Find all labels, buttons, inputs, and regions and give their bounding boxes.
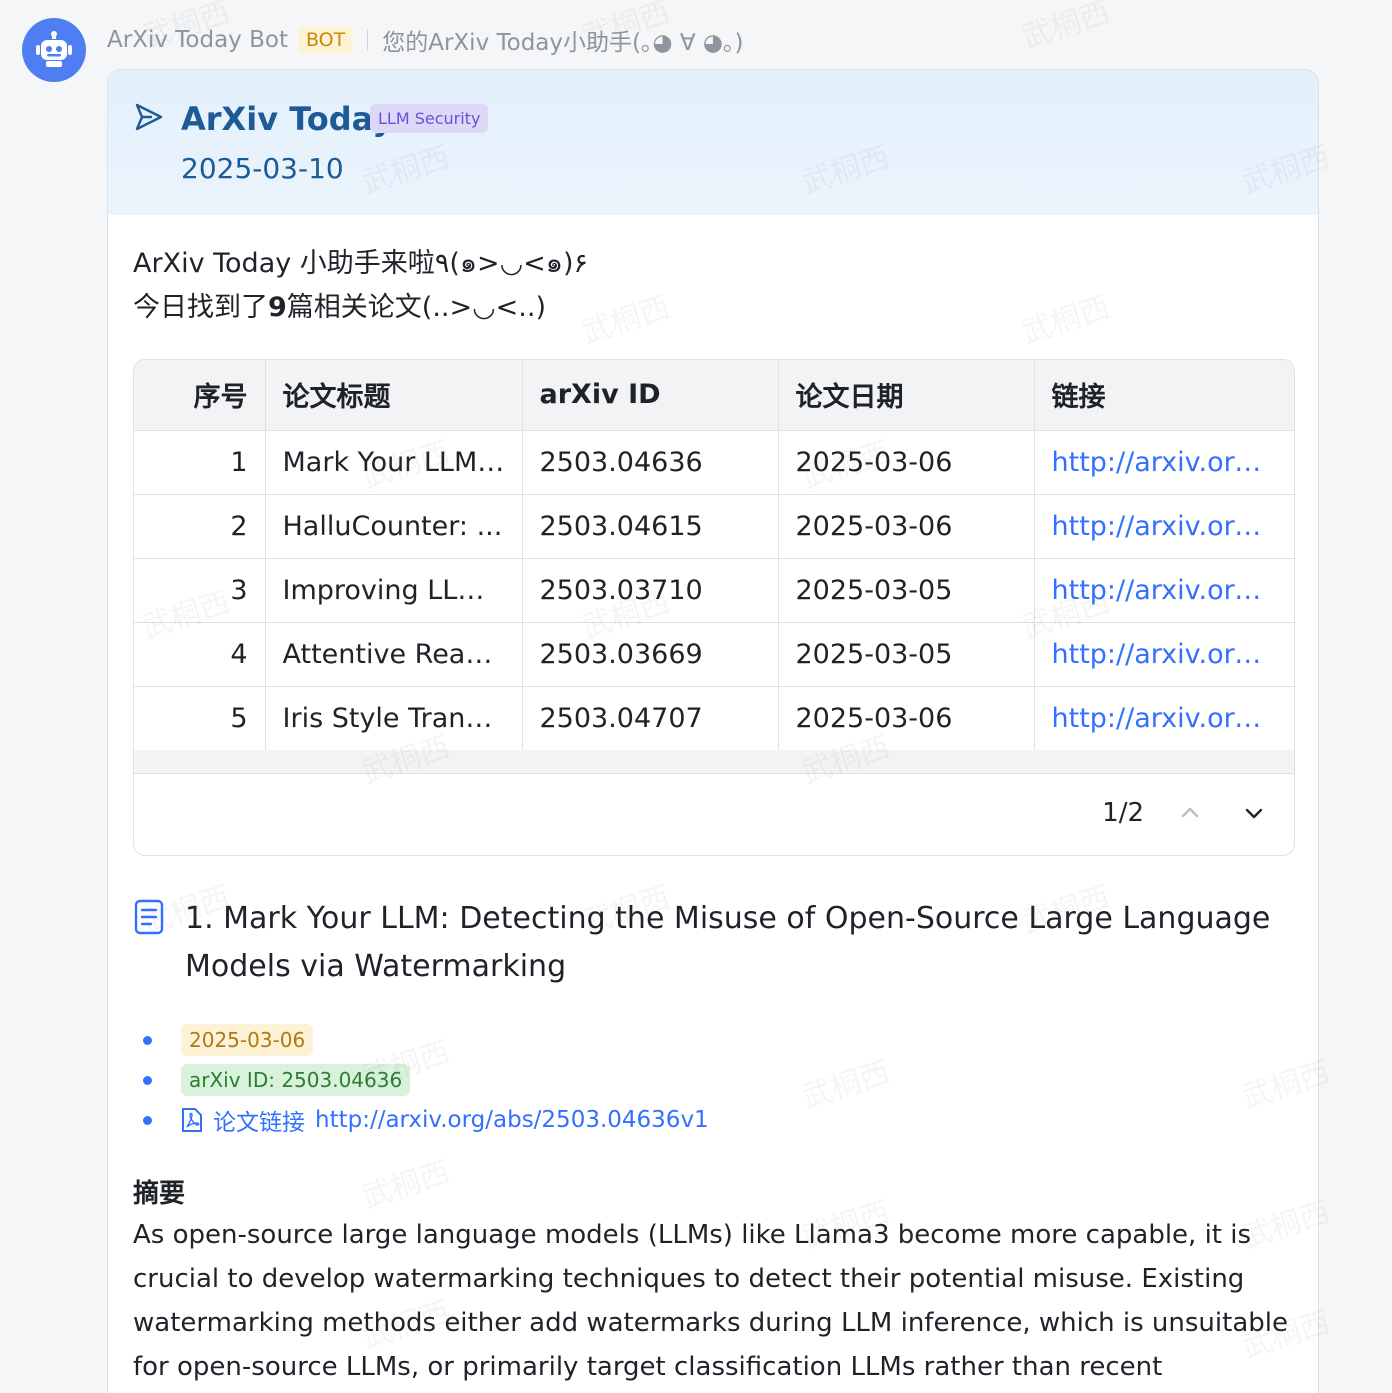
table-row: 3 Improving LLM ... 2503.03710 2025-03-0… (134, 558, 1294, 623)
separator (367, 29, 369, 51)
arxiv-id-cell: 2503.04636 (522, 430, 779, 495)
intro-text: ArXiv Today 小助手来啦٩(๑>◡<๑)۶ 今日找到了9篇相关论文(.… (133, 242, 588, 330)
paper-link[interactable]: http://arxiv.org/... (1034, 558, 1294, 623)
column-header: 论文日期 (778, 360, 1035, 431)
document-icon (134, 899, 164, 935)
paper-date-cell: 2025-03-05 (778, 622, 1035, 687)
chevron-up-icon (1181, 807, 1199, 818)
card-title: ArXiv Today (181, 100, 394, 138)
sender-description: 您的ArXiv Today小助手(｡◕ ∀ ◕｡) (382, 30, 744, 56)
column-header: 论文标题 (265, 360, 523, 431)
paper-pdf-link[interactable]: 论文链接 http://arxiv.org/abs/2503.04636v1 (181, 1103, 709, 1137)
paper-title-cell: Iris Style Transf... (265, 686, 523, 751)
card-date: 2025-03-10 (181, 152, 344, 185)
date-tag: 2025-03-06 (181, 1024, 314, 1056)
card-header: ArXiv Today LLM Security 2025-03-10 (108, 70, 1318, 215)
table-row: 2 HalluCounter: ... 2503.04615 2025-03-0… (134, 494, 1294, 559)
column-header: 序号 (134, 360, 266, 431)
paper-title-cell: Improving LLM ... (265, 558, 523, 623)
paper-count: 9 (268, 292, 287, 323)
row-index: 5 (134, 686, 266, 751)
send-icon (135, 103, 163, 131)
intro-line-2: 今日找到了9篇相关论文(..>◡<..) (133, 286, 588, 330)
bot-avatar[interactable] (22, 18, 86, 82)
arxiv-id-cell: 2503.03710 (522, 558, 779, 623)
intro-line-1: ArXiv Today 小助手来啦٩(๑>◡<๑)۶ (133, 248, 588, 279)
table-header-row: 序号 论文标题 arXiv ID 论文日期 链接 (134, 360, 1294, 431)
chevron-down-icon (1245, 808, 1263, 819)
arxiv-id-cell: 2503.04615 (522, 494, 779, 559)
table-row: 1 Mark Your LLM:... 2503.04636 2025-03-0… (134, 430, 1294, 495)
sender-name[interactable]: ArXiv Today Bot (107, 27, 288, 53)
link-label: 论文链接 (213, 1110, 305, 1136)
column-header: 链接 (1034, 360, 1294, 431)
row-index: 1 (134, 430, 266, 495)
topic-tag: LLM Security (370, 104, 489, 133)
paper-title: 1. Mark Your LLM: Detecting the Misuse o… (185, 901, 1271, 984)
paper-date-cell: 2025-03-06 (778, 430, 1035, 495)
list-item: 论文链接 http://arxiv.org/abs/2503.04636v1 (143, 1100, 709, 1140)
paper-link[interactable]: http://arxiv.org/... (1034, 430, 1294, 495)
paper-date-cell: 2025-03-05 (778, 558, 1035, 623)
table-pagination: 1/2 (1102, 793, 1272, 833)
next-page-button[interactable] (1236, 795, 1272, 831)
paper-link[interactable]: http://arxiv.org/... (1034, 622, 1294, 687)
arxiv-id-tag: arXiv ID: 2503.04636 (181, 1064, 411, 1096)
paper-link[interactable]: http://arxiv.org/... (1034, 494, 1294, 559)
page-indicator: 1/2 (1102, 798, 1144, 828)
row-index: 4 (134, 622, 266, 687)
paper-date-cell: 2025-03-06 (778, 494, 1035, 559)
arxiv-id-cell: 2503.03669 (522, 622, 779, 687)
list-item: 2025-03-06 (143, 1020, 709, 1060)
row-index: 3 (134, 558, 266, 623)
abstract-heading: 摘要 (133, 1179, 186, 1209)
robot-icon (36, 31, 72, 67)
paper-title-cell: Attentive Reas... (265, 622, 523, 687)
message-card: ArXiv Today LLM Security 2025-03-10 ArXi… (107, 69, 1319, 1393)
table-row: 4 Attentive Reas... 2503.03669 2025-03-0… (134, 622, 1294, 687)
column-header: arXiv ID (522, 360, 779, 431)
watermark: 武桐西 (1017, 0, 1115, 56)
list-item: arXiv ID: 2503.04636 (143, 1060, 709, 1100)
papers-table: 序号 论文标题 arXiv ID 论文日期 链接 1 Mark Your LLM… (133, 359, 1295, 856)
prev-page-button[interactable] (1172, 795, 1208, 831)
bot-badge: BOT (297, 26, 354, 54)
sender-row: ArXiv Today Bot BOT 您的ArXiv Today小助手(｡◕ … (107, 22, 743, 58)
paper-link[interactable]: http://arxiv.org/... (1034, 686, 1294, 751)
paper-title-cell: Mark Your LLM:... (265, 430, 523, 495)
intro-prefix: 今日找到了 (133, 292, 268, 323)
table-scrollbar[interactable] (134, 750, 1294, 774)
intro-suffix: 篇相关论文(..>◡<..) (286, 292, 546, 323)
abstract-text: As open-source large language models (LL… (133, 1220, 1288, 1382)
row-index: 2 (134, 494, 266, 559)
pdf-icon (182, 1108, 202, 1132)
link-url[interactable]: http://arxiv.org/abs/2503.04636v1 (315, 1107, 709, 1133)
paper-meta-list: 2025-03-06 arXiv ID: 2503.04636 论文链接 htt… (143, 1020, 709, 1140)
table-row: 5 Iris Style Transf... 2503.04707 2025-0… (134, 686, 1294, 751)
paper-title-cell: HalluCounter: ... (265, 494, 523, 559)
paper-date-cell: 2025-03-06 (778, 686, 1035, 751)
arxiv-id-cell: 2503.04707 (522, 686, 779, 751)
